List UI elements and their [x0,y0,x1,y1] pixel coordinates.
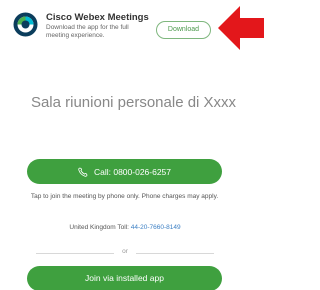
download-button[interactable]: Download [156,21,211,39]
call-button-label: Call: 0800-026-6257 [93,166,172,177]
or-divider: or [36,248,214,258]
toll-line: United Kingdom Toll: 44-20-7660-8149 [0,224,250,231]
red-arrow-icon [218,6,264,50]
app-download-banner: Cisco Webex Meetings Download the app fo… [0,0,267,50]
call-info-text: Tap to join the meeting by phone only. P… [30,193,219,200]
toll-number-link[interactable]: 44-20-7660-8149 [131,224,181,231]
toll-label: United Kingdom Toll: [69,224,129,231]
room-title: Sala riunioni personale di Xxxx [30,94,237,111]
webex-join-page: Cisco Webex Meetings Download the app fo… [0,0,267,290]
call-button[interactable]: Call: 0800-026-6257 [27,159,222,184]
phone-icon [78,167,88,177]
join-app-button[interactable]: Join via installed app [27,266,222,290]
divider-line-right [136,253,214,254]
app-description: Download the app for the full meeting ex… [46,24,129,39]
webex-logo-icon [13,12,38,37]
app-name: Cisco Webex Meetings [46,12,149,23]
